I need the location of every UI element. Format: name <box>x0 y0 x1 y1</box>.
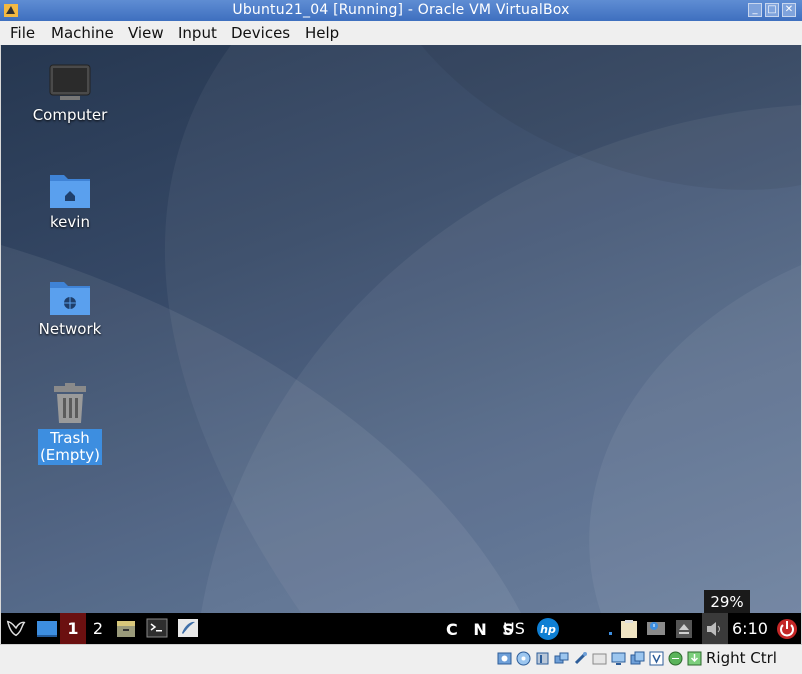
desktop-icon-computer[interactable]: Computer <box>30 63 110 124</box>
wallpaper <box>1 45 801 613</box>
desktop-icon-kevin[interactable]: kevin <box>30 170 110 231</box>
window-title: Ubuntu21_04 [Running] - Oracle VM Virtua… <box>232 2 570 18</box>
window-titlebar[interactable]: Ubuntu21_04 [Running] - Oracle VM Virtua… <box>0 0 802 21</box>
monitor-icon <box>49 64 91 100</box>
desktop-icon-label: Trash (Empty) <box>37 429 103 465</box>
menu-devices[interactable]: Devices <box>231 24 290 42</box>
power-icon[interactable] <box>776 618 798 640</box>
host-key-label: Right Ctrl <box>706 649 777 667</box>
desktop-icon-label: Network <box>38 320 102 338</box>
optical-drive-icon[interactable] <box>516 651 531 666</box>
menubar: File Machine View Input Devices Help <box>0 21 802 46</box>
hard-disk-icon[interactable] <box>497 651 512 666</box>
menu-machine[interactable]: Machine <box>51 24 114 42</box>
panel-clock[interactable]: 6:10 <box>732 613 768 644</box>
video-capture-icon[interactable] <box>630 651 645 666</box>
file-manager-icon[interactable] <box>115 617 137 639</box>
close-button[interactable]: ✕ <box>782 3 796 17</box>
virtualization-icon[interactable] <box>649 651 664 666</box>
usb-icon[interactable] <box>573 651 588 666</box>
clipboard-icon[interactable] <box>618 619 640 639</box>
keyboard-layout[interactable]: US <box>503 613 525 644</box>
desktop-icon-trash[interactable]: Trash (Empty) <box>30 383 110 465</box>
desktop-icon-label: Computer <box>32 106 108 124</box>
status-dot <box>609 632 612 635</box>
maximize-button[interactable]: □ <box>765 3 779 17</box>
web-browser-icon[interactable] <box>177 617 199 639</box>
minimize-button[interactable]: _ <box>748 3 762 17</box>
desktop-icon-label: kevin <box>50 213 90 231</box>
shared-folders-icon[interactable] <box>592 651 607 666</box>
menu-file[interactable]: File <box>10 24 35 42</box>
network-adapter-icon[interactable] <box>554 651 569 666</box>
hp-printer-icon[interactable]: hp <box>536 617 560 641</box>
menu-view[interactable]: View <box>128 24 164 42</box>
menu-help[interactable]: Help <box>305 24 339 42</box>
volume-tooltip: 29% <box>704 590 750 615</box>
menu-input[interactable]: Input <box>178 24 217 42</box>
terminal-icon[interactable] <box>146 618 168 638</box>
network-folder-icon <box>50 282 90 315</box>
keyboard-capture-icon[interactable] <box>687 651 702 666</box>
vm-statusbar: Right Ctrl <box>0 644 802 674</box>
home-folder-icon <box>50 175 90 208</box>
speaker-icon <box>707 622 720 636</box>
guest-desktop[interactable]: Computer kevin Network Trash (Empty) <box>1 45 801 613</box>
display-icon[interactable] <box>611 651 626 666</box>
volume-button[interactable] <box>702 613 728 644</box>
whisker-menu-icon[interactable] <box>4 617 28 639</box>
show-desktop-icon[interactable] <box>36 619 58 639</box>
trash-icon <box>54 383 86 423</box>
eject-icon[interactable] <box>675 619 693 639</box>
svg-text:hp: hp <box>540 623 556 636</box>
notifications-icon[interactable] <box>645 619 667 639</box>
xfce-panel: 1 2 C N S US hp 6:10 <box>1 613 801 644</box>
mouse-integration-icon[interactable] <box>668 651 683 666</box>
audio-icon[interactable] <box>535 651 550 666</box>
workspace-2[interactable]: 2 <box>85 613 111 644</box>
desktop-icon-network[interactable]: Network <box>30 277 110 338</box>
workspace-1[interactable]: 1 <box>60 613 86 644</box>
